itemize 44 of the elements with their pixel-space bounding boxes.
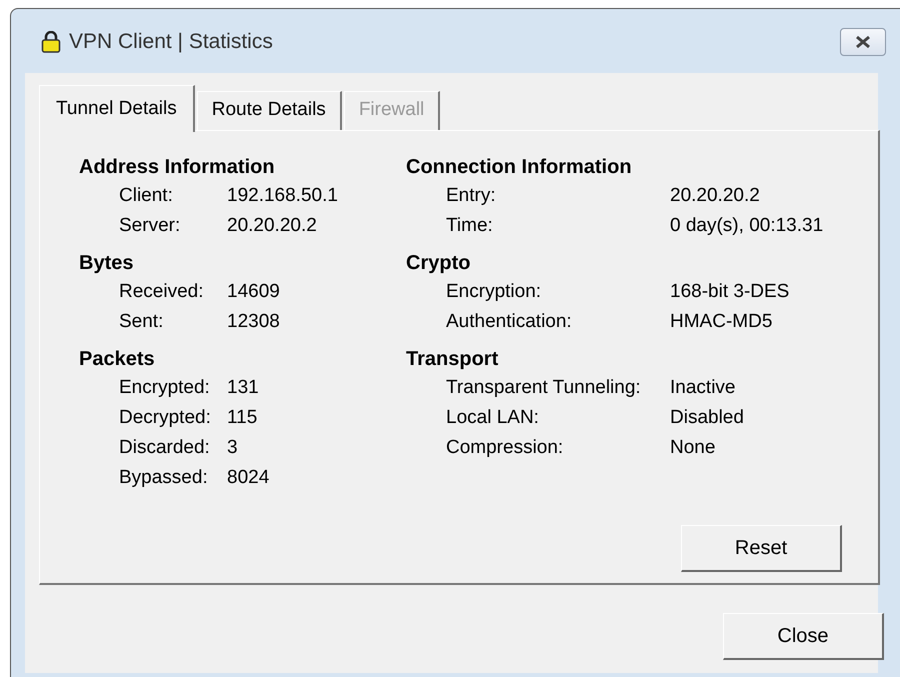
section-heading: Transport [406,347,500,372]
stat-label: Client: [119,184,174,208]
stat-label: Server: [119,214,182,238]
section-heading: Packets [79,347,156,372]
stat-label: Encryption: [446,280,542,304]
stat-value: 20.20.20.2 [670,184,760,208]
stat-label: Local LAN: [446,406,540,430]
stat-label: Transparent Tunneling: [446,376,642,400]
stat-value: 3 [227,436,238,460]
section-heading: Bytes [79,251,134,276]
padlock-icon [41,31,61,53]
stat-value: 131 [227,376,259,400]
stat-label: Discarded: [119,436,211,460]
tab[interactable]: Tunnel Details [39,85,195,132]
stat-value: 14609 [227,280,280,304]
stat-label: Time: [446,214,494,238]
stat-value: Disabled [670,406,744,430]
stat-value: 12308 [227,310,280,334]
stat-value: 20.20.20.2 [227,214,317,238]
stat-label: Decrypted: [119,406,212,430]
close-dialog-button[interactable]: Close [723,613,884,660]
section-heading: Crypto [406,251,472,276]
stat-label: Entry: [446,184,497,208]
stat-label: Compression: [446,436,564,460]
stat-value: 192.168.50.1 [227,184,338,208]
section-heading: Connection Information [406,155,633,180]
reset-button[interactable]: Reset [681,525,842,572]
section-heading: Address Information [79,155,276,180]
window-title: VPN Client | Statistics [69,30,273,54]
stat-value: 0 day(s), 00:13.31 [670,214,824,238]
stat-value: 8024 [227,466,270,490]
stat-label: Encrypted: [119,376,211,400]
stat-label: Received: [119,280,204,304]
stat-label: Authentication: [446,310,573,334]
close-button[interactable] [840,28,886,56]
close-icon [854,35,872,49]
stat-label: Sent: [119,310,164,334]
tab[interactable]: Route Details [196,91,342,130]
stat-value: Inactive [670,376,736,400]
stat-value: 115 [227,406,258,430]
stat-value: 168-bit 3-DES [670,280,790,304]
stat-value: HMAC-MD5 [670,310,772,334]
stat-label: Bypassed: [119,466,209,490]
stat-value: None [670,436,716,460]
